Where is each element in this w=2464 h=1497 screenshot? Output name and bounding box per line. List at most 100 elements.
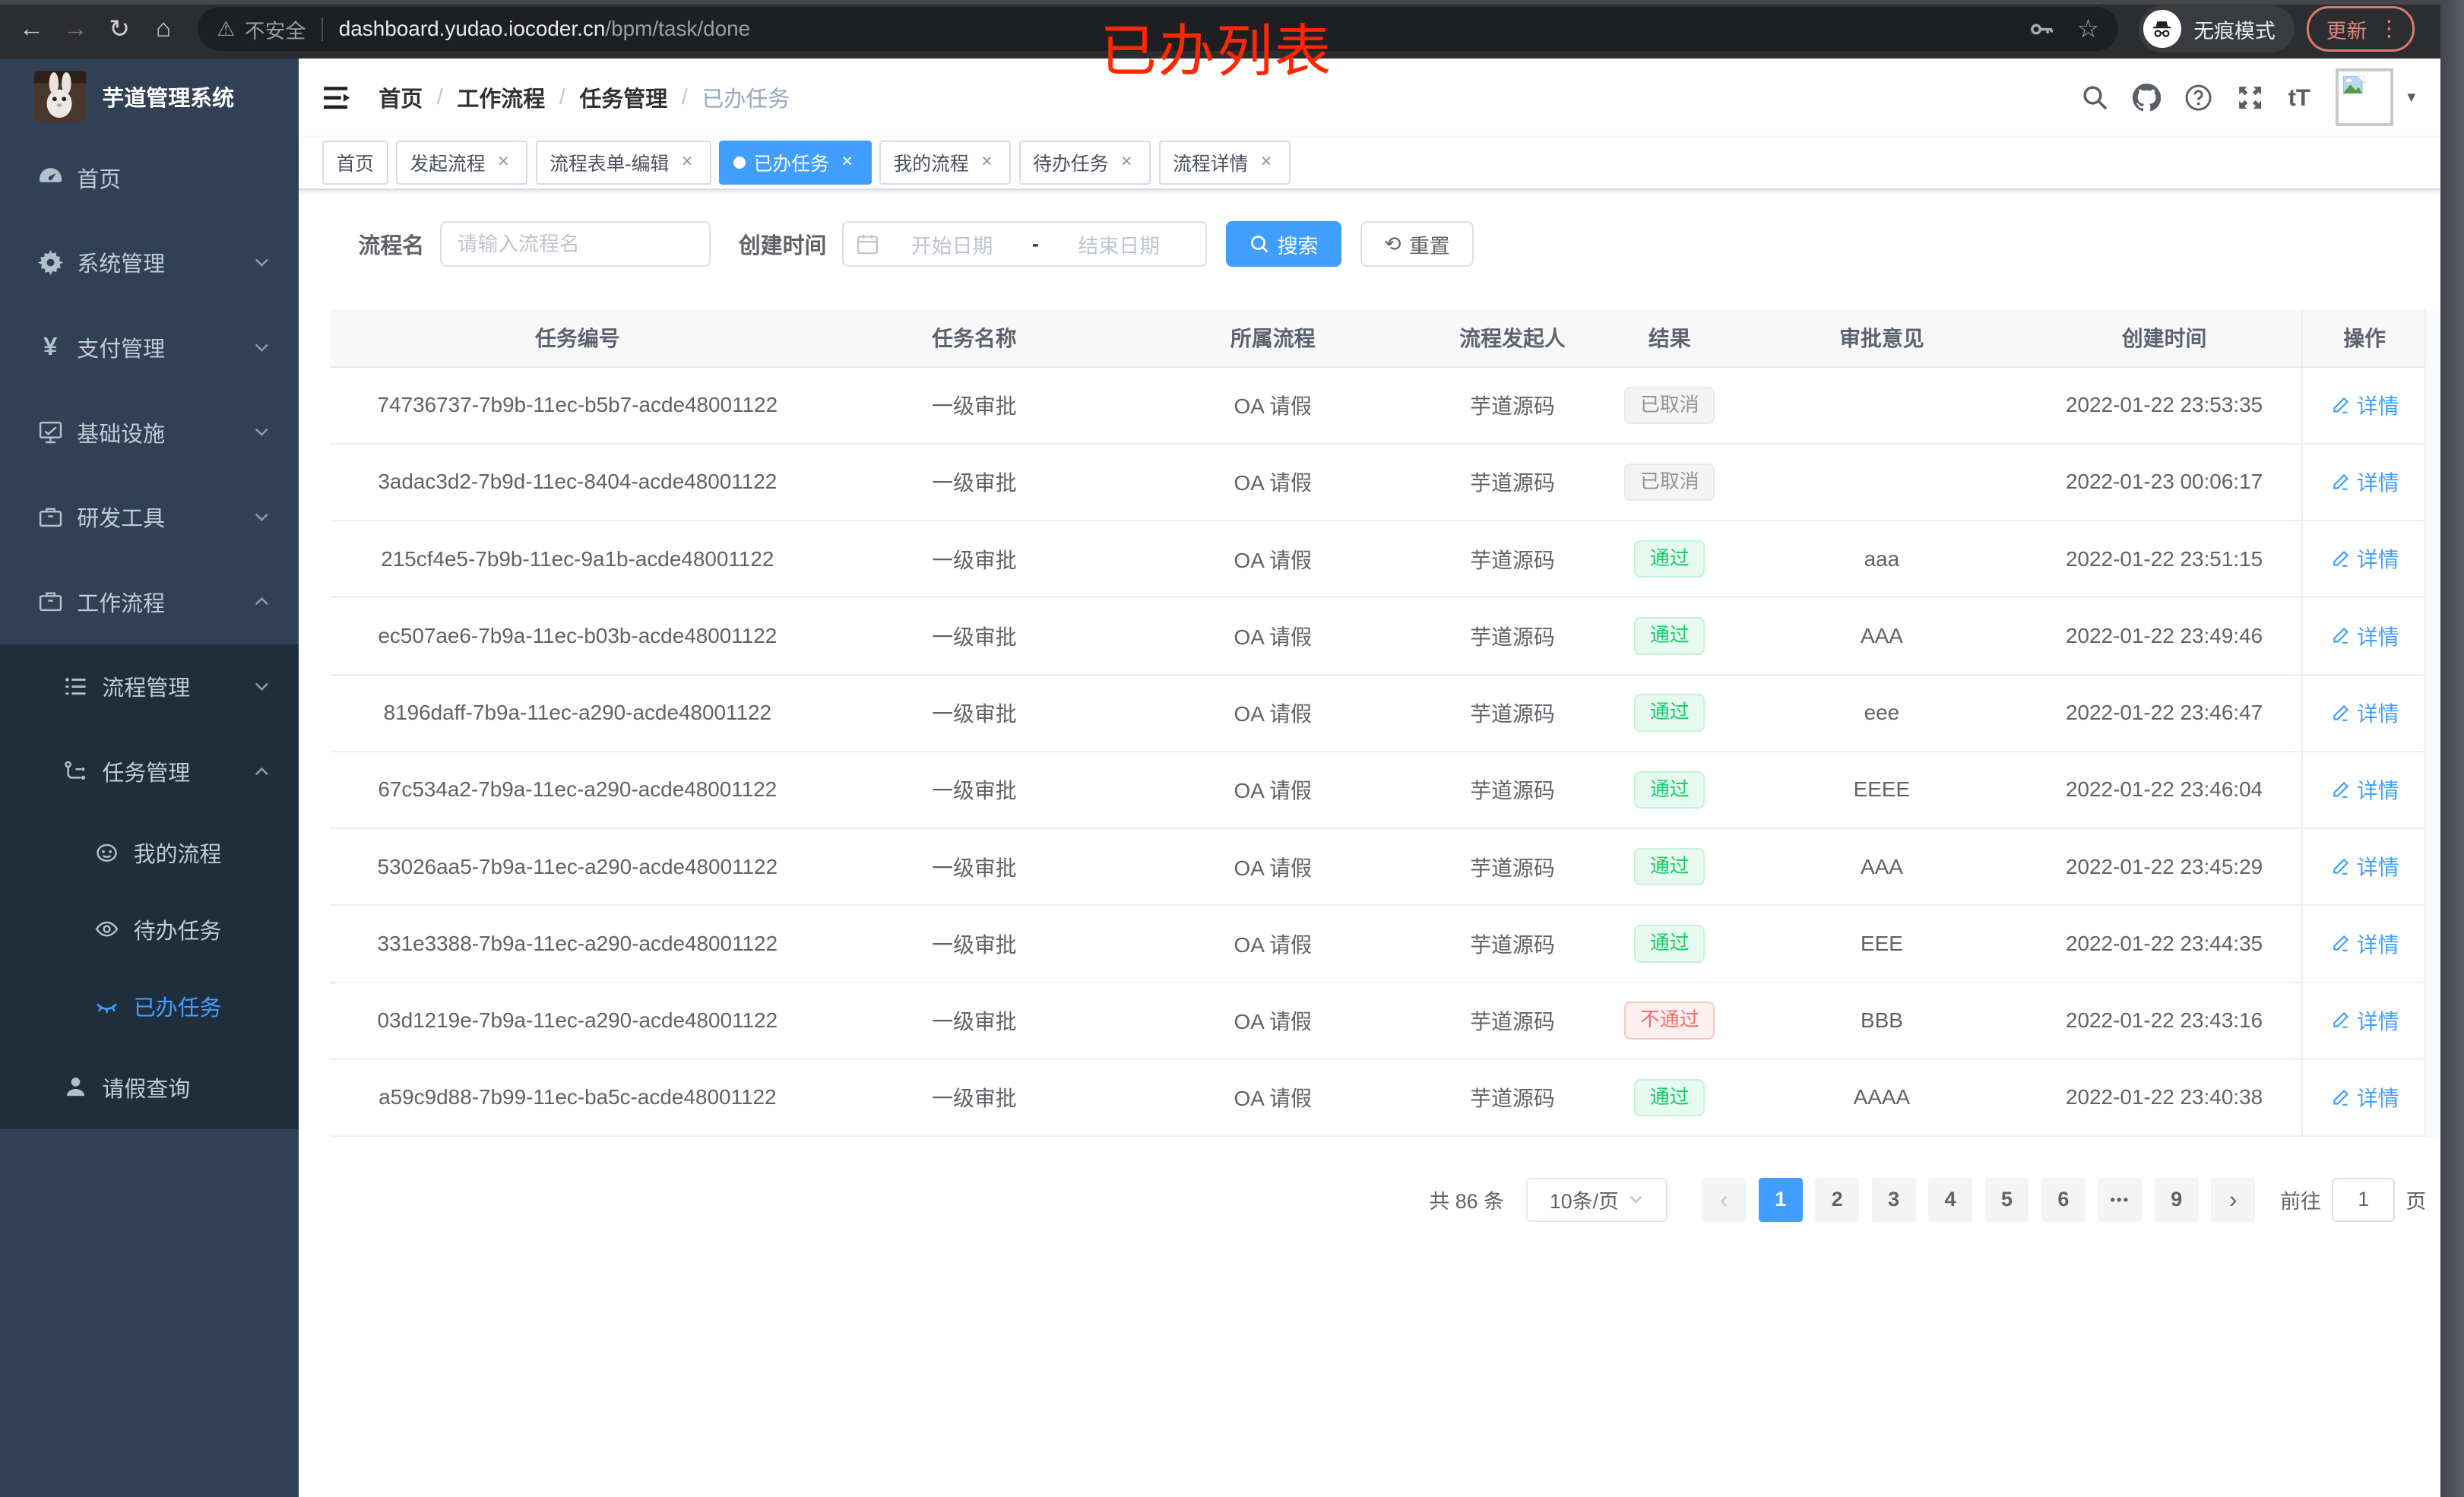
sidebar-item-label: 工作流程 xyxy=(77,591,166,616)
pagination: 共 86 条 10条/页 ‹ 1 2 3 4 5 6 ••• 9 › 前往 1 … xyxy=(299,1177,2426,1222)
result-badge: 不通过 xyxy=(1624,1002,1715,1040)
close-icon[interactable]: × xyxy=(977,152,997,173)
sidebar-item-process-mgmt[interactable]: 流程管理 xyxy=(0,644,299,730)
sidebar-collapse-icon[interactable] xyxy=(322,82,353,113)
navbar: 首页 / 工作流程 / 任务管理 / 已办任务 tT ▼ xyxy=(299,59,2440,137)
close-icon[interactable]: × xyxy=(1256,152,1277,173)
process-name: OA 请假 xyxy=(1123,674,1423,752)
breadcrumb-item-current: 已办任务 xyxy=(702,87,790,112)
font-size-icon[interactable]: tT xyxy=(2288,84,2310,112)
browser-menu-kebab-icon[interactable]: ⋮ xyxy=(2378,17,2400,40)
sidebar-item-task-mgmt[interactable]: 任务管理 xyxy=(0,729,299,814)
tab-done-tasks[interactable]: 已办任务 × xyxy=(719,141,872,185)
breadcrumb-item[interactable]: 首页 xyxy=(378,81,423,113)
sidebar-item-payment[interactable]: ¥ 支付管理 xyxy=(0,305,299,390)
more-pages-button[interactable]: ••• xyxy=(2098,1177,2143,1222)
browser-refresh-icon[interactable]: ↻ xyxy=(97,14,141,44)
tab-my-process[interactable]: 我的流程 × xyxy=(879,141,1012,185)
security-label[interactable]: 不安全 xyxy=(245,14,306,44)
next-page-button[interactable]: › xyxy=(2211,1177,2256,1222)
tab-label: 首页 xyxy=(336,153,374,175)
task-name: 一级审批 xyxy=(825,521,1124,599)
starter: 芋道源码 xyxy=(1422,828,1603,907)
close-icon[interactable]: × xyxy=(1116,152,1137,173)
avatar[interactable] xyxy=(2335,68,2394,127)
close-icon[interactable]: × xyxy=(837,152,857,173)
sidebar-item-done-tasks[interactable]: 已办任务 xyxy=(0,968,299,1045)
reset-button[interactable]: ⟲ 重置 xyxy=(1360,221,1474,267)
search-icon xyxy=(1249,234,1270,255)
comment: BBB xyxy=(1736,982,2028,1060)
page-button-4[interactable]: 4 xyxy=(1928,1177,1972,1222)
close-icon[interactable]: × xyxy=(493,152,514,173)
fullscreen-icon[interactable] xyxy=(2236,84,2264,112)
edit-pencil-icon xyxy=(2333,1089,2348,1106)
detail-link[interactable]: 详情 xyxy=(2330,851,2399,881)
bookmark-star-icon[interactable]: ☆ xyxy=(2077,14,2100,44)
goto-page-input[interactable] xyxy=(2332,1177,2396,1222)
end-date-placeholder[interactable]: 结束日期 xyxy=(1045,229,1192,259)
sidebar-item-devtools[interactable]: 研发工具 xyxy=(0,474,299,559)
tab-home[interactable]: 首页 xyxy=(321,141,388,185)
page-button-5[interactable]: 5 xyxy=(1984,1177,2029,1222)
tab-label: 待办任务 xyxy=(1033,153,1109,175)
start-date-placeholder[interactable]: 开始日期 xyxy=(879,229,1026,259)
created-time: 2022-01-22 23:40:38 xyxy=(2027,1059,2302,1137)
page-button-9[interactable]: 9 xyxy=(2154,1177,2199,1222)
page-size-select[interactable]: 10条/页 xyxy=(1525,1177,1667,1222)
search-button[interactable]: 搜索 xyxy=(1225,221,1342,267)
detail-link[interactable]: 详情 xyxy=(2330,621,2399,651)
sidebar-item-system[interactable]: 系统管理 xyxy=(0,220,299,305)
avatar-caret-icon[interactable]: ▼ xyxy=(2405,89,2418,106)
detail-link[interactable]: 详情 xyxy=(2330,543,2399,574)
monitor-icon xyxy=(38,419,63,445)
detail-link[interactable]: 详情 xyxy=(2330,390,2399,420)
date-range-picker[interactable]: 开始日期 - 结束日期 xyxy=(842,221,1207,267)
sidebar-item-infra[interactable]: 基础设施 xyxy=(0,390,299,475)
page-button-1[interactable]: 1 xyxy=(1758,1177,1803,1222)
page-button-2[interactable]: 2 xyxy=(1815,1177,1860,1222)
tab-start-process[interactable]: 发起流程 × xyxy=(395,141,528,185)
process-name: OA 请假 xyxy=(1123,1059,1423,1137)
search-icon[interactable] xyxy=(2081,84,2109,112)
sidebar-item-my-process[interactable]: 我的流程 xyxy=(0,814,299,891)
logo-row[interactable]: 芋道管理系统 xyxy=(0,59,299,135)
sidebar-item-home[interactable]: 首页 xyxy=(0,135,299,220)
detail-link[interactable]: 详情 xyxy=(2330,698,2399,728)
sidebar-item-leave-query[interactable]: 请假查询 xyxy=(0,1045,299,1130)
tab-todo-tasks[interactable]: 待办任务 × xyxy=(1018,141,1151,185)
detail-link[interactable]: 详情 xyxy=(2330,774,2399,805)
process-name: OA 请假 xyxy=(1123,597,1423,676)
github-icon[interactable] xyxy=(2133,83,2162,112)
browser-home-icon[interactable]: ⌂ xyxy=(141,14,185,43)
browser-update-button[interactable]: 更新 ⋮ xyxy=(2307,6,2415,52)
detail-link[interactable]: 详情 xyxy=(2330,1005,2399,1036)
created-time: 2022-01-22 23:44:35 xyxy=(2027,905,2302,983)
browser-back-icon[interactable]: ← xyxy=(9,14,53,43)
url-path: /bpm/task/done xyxy=(605,17,751,41)
total-count: 共 86 条 xyxy=(1429,1190,1504,1214)
breadcrumb-item[interactable]: 任务管理 xyxy=(579,81,667,113)
process-name: OA 请假 xyxy=(1123,982,1423,1060)
help-icon[interactable] xyxy=(2184,84,2212,112)
incognito-badge: 无痕模式 xyxy=(2138,5,2295,53)
sidebar-item-workflow[interactable]: 工作流程 xyxy=(0,559,299,644)
breadcrumb: 首页 / 工作流程 / 任务管理 / 已办任务 xyxy=(378,81,790,113)
browser-forward-icon[interactable]: → xyxy=(53,14,97,43)
tab-process-form-edit[interactable]: 流程表单-编辑 × xyxy=(535,141,711,185)
password-key-icon[interactable] xyxy=(2029,16,2055,43)
page-button-6[interactable]: 6 xyxy=(2041,1177,2086,1222)
process-name-input[interactable] xyxy=(439,221,711,267)
col-actions: 操作 xyxy=(2301,309,2427,368)
tab-process-detail[interactable]: 流程详情 × xyxy=(1158,141,1291,185)
close-icon[interactable]: × xyxy=(677,152,698,173)
prev-page-button[interactable]: ‹ xyxy=(1702,1177,1747,1222)
detail-link[interactable]: 详情 xyxy=(2330,1082,2399,1112)
sidebar-item-todo-tasks[interactable]: 待办任务 xyxy=(0,891,299,967)
page-button-3[interactable]: 3 xyxy=(1871,1177,1916,1222)
breadcrumb-item[interactable]: 工作流程 xyxy=(457,81,545,113)
tab-label: 流程详情 xyxy=(1173,153,1249,175)
security-warning-icon: ⚠ xyxy=(217,17,236,40)
detail-link[interactable]: 详情 xyxy=(2330,467,2399,497)
detail-link[interactable]: 详情 xyxy=(2330,929,2399,959)
